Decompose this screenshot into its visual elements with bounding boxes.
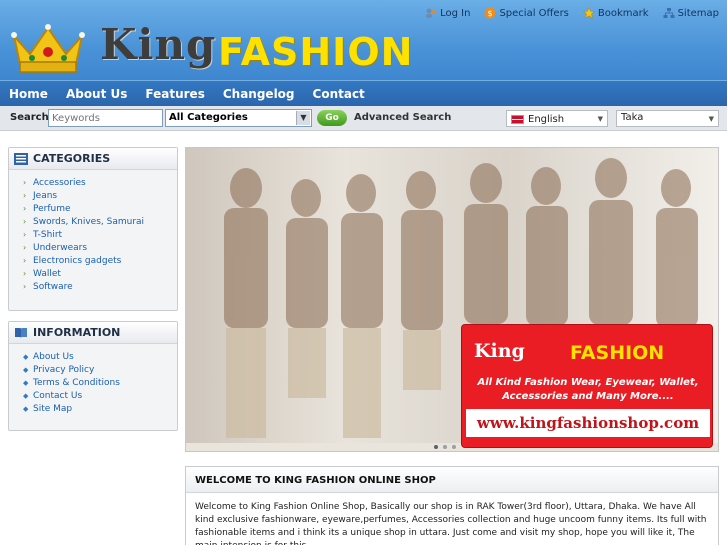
sitemap-icon [663,8,675,18]
nav-features[interactable]: Features [136,87,213,101]
promo-banner[interactable]: King FASHION All Kind Fashion Wear, Eyew… [461,324,713,448]
categories-header: CATEGORIES [9,148,177,170]
category-item[interactable]: › Software [23,280,177,293]
category-select[interactable]: All Categories ▼ [165,109,312,127]
search-label: Search: [10,112,53,123]
info-item[interactable]: ◆ Contact Us [23,389,177,402]
chevron-down-icon: ▼ [296,111,310,125]
slider-dot[interactable] [434,445,438,449]
special-offers-link[interactable]: $ Special Offers [484,7,569,19]
nav-contact[interactable]: Contact [304,87,374,101]
crown-icon [11,24,85,73]
chevron-down-icon: ▼ [708,115,714,123]
category-item[interactable]: › Underwears [23,241,177,254]
arrow-right-icon: › [23,204,27,213]
category-item[interactable]: › Accessories [23,176,177,189]
special-offers-label: Special Offers [499,7,569,19]
login-label: Log In [440,7,471,19]
currency-value: Taka [621,112,644,123]
login-icon [426,8,437,18]
diamond-bullet-icon: ◆ [23,365,29,374]
dollar-icon: $ [484,7,496,19]
main-nav: Home About Us Features Changelog Contact [0,80,727,106]
welcome-title: WELCOME TO KING FASHION ONLINE SHOP [186,467,718,493]
info-item[interactable]: ◆ Privacy Policy [23,363,177,376]
sitemap-label: Sitemap [677,7,719,19]
brand-king-text: King [100,20,217,69]
nav-about-us[interactable]: About Us [57,87,136,101]
promo-brand-king: King [474,340,525,362]
category-item[interactable]: › Jeans [23,189,177,202]
main-content: CATEGORIES › Accessories › Jeans › Perfume … [0,131,727,545]
information-box: INFORMATION ◆ About Us ◆ Privacy Policy ◆ T… [8,321,178,431]
uk-flag-icon [511,114,524,124]
slider-dot[interactable] [443,445,447,449]
info-item[interactable]: ◆ Terms & Conditions [23,376,177,389]
nav-home[interactable]: Home [0,87,57,101]
arrow-right-icon: › [23,191,27,200]
promo-line-1: All Kind Fashion Wear, Eyewear, Wallet, [477,377,699,388]
promo-url: www.kingfashionshop.com [466,409,710,437]
chevron-down-icon: ▼ [597,115,603,123]
bookmark-label: Bookmark [597,7,649,19]
promo-brand-fashion: FASHION [570,342,665,364]
book-icon [15,327,27,338]
diamond-bullet-icon: ◆ [23,391,29,400]
site-header: King FASHION Log In $ Special Offers Boo… [0,0,727,80]
star-icon [582,7,595,19]
arrow-right-icon: › [23,178,27,187]
slider-dots [434,445,456,449]
arrow-right-icon: › [23,230,27,239]
categories-title: CATEGORIES [33,152,111,165]
top-links: Log In $ Special Offers Bookmark Sitemap [425,7,719,19]
category-item[interactable]: › Electronics gadgets [23,254,177,267]
go-button[interactable]: Go [317,110,347,126]
info-item[interactable]: ◆ Site Map [23,402,177,415]
promo-line-2: Accessories and Many More.... [502,391,674,402]
category-select-value: All Categories [169,112,248,123]
arrow-right-icon: › [23,243,27,252]
diamond-bullet-icon: ◆ [23,404,29,413]
welcome-box: WELCOME TO KING FASHION ONLINE SHOP Welc… [185,466,719,545]
search-bar: Search: All Categories ▼ Go Advanced Sea… [0,106,727,131]
category-item[interactable]: › T-Shirt [23,228,177,241]
svg-text:$: $ [488,9,493,18]
information-header: INFORMATION [9,322,177,344]
arrow-right-icon: › [23,256,27,265]
arrow-right-icon: › [23,269,27,278]
category-item[interactable]: › Swords, Knives, Samurai [23,215,177,228]
currency-select[interactable]: Taka ▼ [616,110,719,127]
list-icon [14,152,28,165]
bookmark-link[interactable]: Bookmark [582,7,649,19]
arrow-right-icon: › [23,282,27,291]
category-item[interactable]: › Wallet [23,267,177,280]
login-link[interactable]: Log In [425,7,470,19]
sitemap-link[interactable]: Sitemap [663,7,719,19]
site-logo[interactable]: King FASHION [10,8,414,78]
nav-changelog[interactable]: Changelog [214,87,304,101]
slider-dot[interactable] [452,445,456,449]
advanced-search-link[interactable]: Advanced Search [354,112,451,123]
diamond-bullet-icon: ◆ [23,352,29,361]
information-title: INFORMATION [33,326,121,339]
info-item[interactable]: ◆ About Us [23,350,177,363]
diamond-bullet-icon: ◆ [23,378,29,387]
brand-fashion-text: FASHION [218,30,414,74]
arrow-right-icon: › [23,217,27,226]
hero-slider[interactable]: King FASHION All Kind Fashion Wear, Eyew… [185,147,719,452]
welcome-text: Welcome to King Fashion Online Shop, Bas… [195,502,707,545]
categories-box: CATEGORIES › Accessories › Jeans › Perfume … [8,147,178,311]
language-value: English [528,113,565,125]
search-input[interactable] [48,109,163,127]
category-item[interactable]: › Perfume [23,202,177,215]
language-select[interactable]: English ▼ [506,110,608,127]
